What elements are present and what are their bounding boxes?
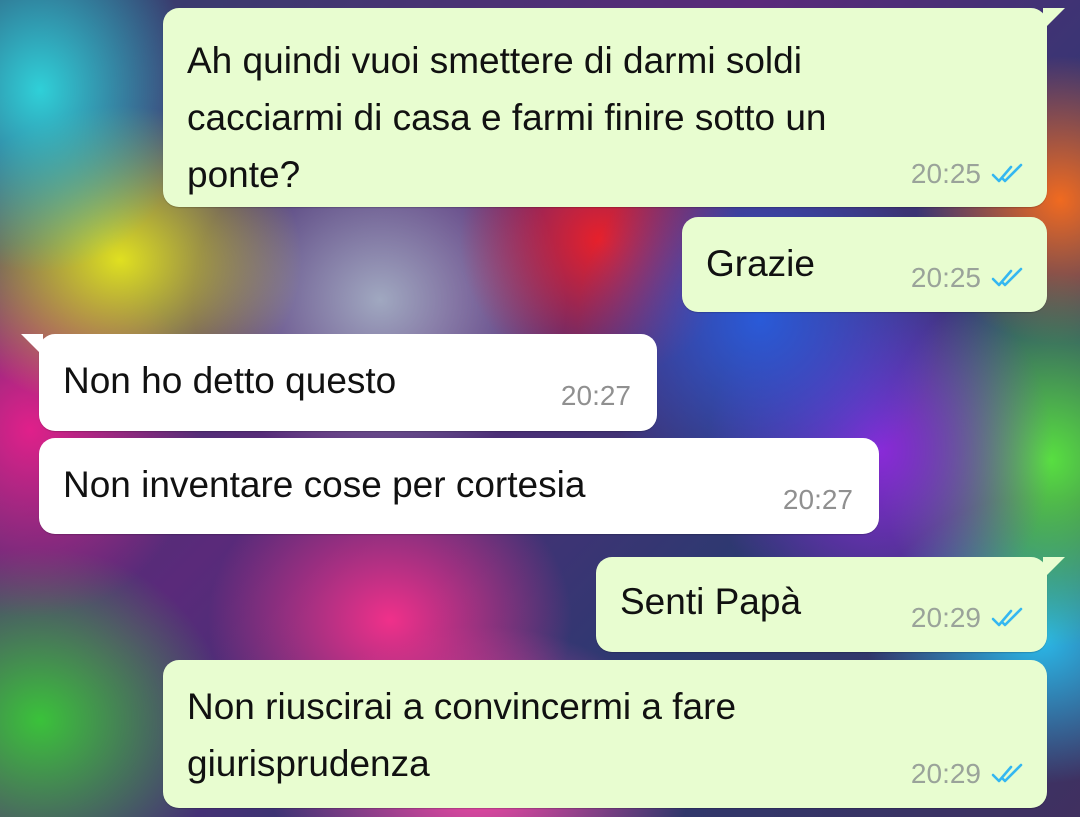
double-check-icon — [991, 267, 1023, 287]
message-meta: 20:25 — [911, 158, 1025, 190]
message-time: 20:25 — [910, 158, 981, 189]
message-bubble-incoming[interactable]: Non inventare cose per cortesia 20:27 — [39, 438, 879, 534]
message-time: 20:27 — [560, 380, 631, 411]
bubble-tail — [1043, 557, 1065, 579]
double-check-icon — [991, 163, 1023, 183]
double-check-icon — [991, 607, 1023, 627]
message-bubble-outgoing[interactable]: Ah quindi vuoi smettere di darmi soldi c… — [163, 8, 1065, 207]
message-bubble-outgoing[interactable]: Non riuscirai a convincermi a fare giuri… — [163, 660, 1047, 808]
message-bubble-outgoing[interactable]: Grazie 20:25 — [682, 217, 1047, 312]
message-text: Grazie — [706, 243, 815, 284]
message-text: Non riuscirai a convincermi a fare giuri… — [187, 686, 737, 784]
message-text: Non inventare cose per cortesia — [63, 464, 586, 505]
message-meta: 20:25 — [911, 262, 1025, 294]
message-meta: 20:27 — [783, 484, 853, 516]
double-check-icon — [991, 763, 1023, 783]
message-meta: 20:29 — [911, 602, 1025, 634]
message-bubble-outgoing[interactable]: Senti Papà 20:29 — [596, 557, 1065, 652]
message-meta: 20:27 — [561, 380, 631, 412]
bubble-tail — [21, 334, 43, 356]
message-meta: 20:29 — [911, 758, 1025, 790]
message-time: 20:29 — [910, 758, 981, 789]
message-text: Ah quindi vuoi smettere di darmi soldi c… — [187, 40, 827, 195]
message-time: 20:29 — [910, 602, 981, 633]
message-time: 20:27 — [782, 484, 853, 515]
message-text: Senti Papà — [620, 581, 802, 622]
message-bubble-incoming[interactable]: Non ho detto questo 20:27 — [21, 334, 657, 431]
message-time: 20:25 — [910, 262, 981, 293]
bubble-tail — [1043, 8, 1065, 30]
message-text: Non ho detto questo — [63, 360, 397, 401]
